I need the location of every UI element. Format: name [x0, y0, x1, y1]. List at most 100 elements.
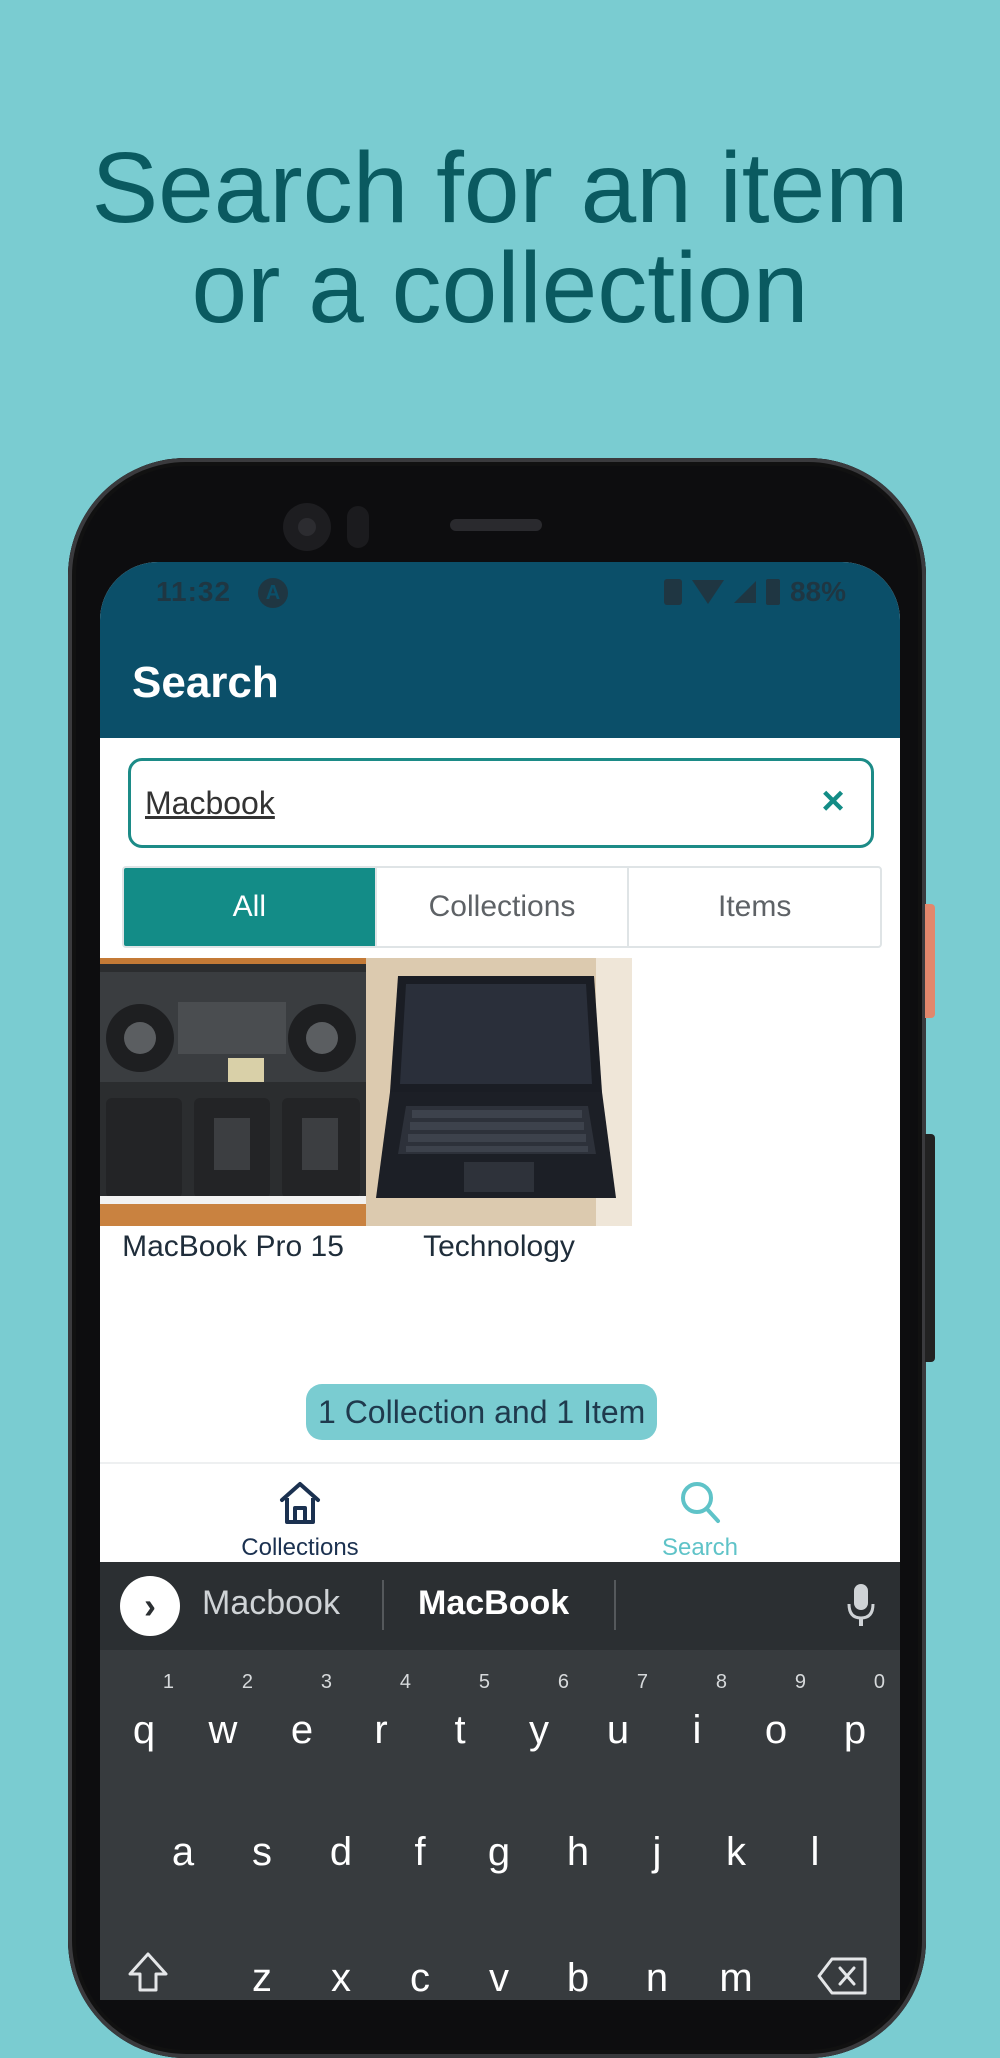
search-input[interactable]: Macbook × — [128, 758, 874, 848]
key-p[interactable]: p0 — [817, 1672, 893, 1780]
soft-keyboard: › Macbook MacBook q1 w2 e3 r4 t5 y6 u7 i… — [100, 1562, 900, 2000]
search-icon — [681, 1482, 720, 1523]
status-time: 11:32 — [156, 576, 232, 607]
key-w[interactable]: w2 — [185, 1672, 261, 1780]
key-w-number: 2 — [241, 1671, 253, 1693]
headline-line-2: or a collection — [191, 232, 809, 344]
battery-icon — [765, 579, 780, 605]
key-o-label: o — [764, 1708, 788, 1752]
shift-key[interactable] — [110, 1928, 186, 2000]
power-button — [925, 904, 935, 1018]
key-t-label: t — [454, 1708, 466, 1752]
status-icons: 88% — [663, 576, 846, 608]
suggestion-bar: › Macbook MacBook — [100, 1562, 900, 1650]
tab-items[interactable]: Items — [629, 868, 880, 946]
key-r-number: 4 — [399, 1671, 411, 1693]
key-m[interactable]: m — [698, 1928, 774, 2000]
key-o[interactable]: o9 — [738, 1672, 814, 1780]
key-e-label: e — [290, 1708, 314, 1752]
key-y-label: y — [529, 1708, 549, 1752]
key-w-label: w — [208, 1708, 238, 1752]
tab-collections[interactable]: Collections — [377, 868, 630, 946]
suggestion-2[interactable]: MacBook — [418, 1584, 569, 1623]
key-c[interactable]: c — [382, 1928, 458, 2000]
key-e-number: 3 — [320, 1671, 332, 1693]
nav-search-label: Search — [661, 1534, 739, 1561]
app-notification-icon: A — [258, 578, 288, 608]
result-card-label: MacBook Pro 15 — [122, 1230, 344, 1263]
macbook-internals-image[interactable] — [100, 958, 366, 1226]
suggestion-divider — [382, 1580, 384, 1630]
promo-headline: Search for an item or a collection — [0, 138, 1000, 338]
tab-all[interactable]: All — [124, 868, 377, 946]
key-a[interactable]: a — [145, 1802, 221, 1902]
nav-collections-label: Collections — [241, 1534, 359, 1561]
key-y[interactable]: y6 — [501, 1672, 577, 1780]
key-r[interactable]: r4 — [343, 1672, 419, 1780]
home-icon — [280, 1482, 320, 1524]
keyboard-row-3: z x c v b n m — [100, 1928, 900, 2000]
key-u-number: 7 — [636, 1671, 648, 1693]
key-t-number: 5 — [478, 1671, 490, 1693]
battery-percent: 88% — [789, 576, 846, 607]
filter-tabs: All Collections Items — [122, 866, 882, 948]
key-g[interactable]: g — [461, 1802, 537, 1902]
key-x[interactable]: x — [303, 1928, 379, 2000]
key-e[interactable]: e3 — [264, 1672, 340, 1780]
key-j[interactable]: j — [619, 1802, 695, 1902]
expand-suggestions-button[interactable]: › — [120, 1576, 180, 1636]
keyboard-row-2: a s d f g h j k l — [100, 1802, 900, 1922]
key-i[interactable]: i8 — [659, 1672, 735, 1780]
status-bar: 11:32 A 88% — [100, 562, 900, 618]
front-camera — [283, 503, 331, 551]
key-h[interactable]: h — [540, 1802, 616, 1902]
key-i-number: 8 — [715, 1671, 727, 1693]
key-t[interactable]: t5 — [422, 1672, 498, 1780]
nav-collections[interactable]: Collections — [100, 1464, 500, 1564]
volume-button — [925, 1134, 935, 1362]
cell-signal-icon — [733, 581, 756, 603]
key-f[interactable]: f — [382, 1802, 458, 1902]
suggestion-divider — [614, 1580, 616, 1630]
key-q[interactable]: q1 — [106, 1672, 182, 1780]
key-i-label: i — [692, 1708, 702, 1752]
keyboard-row-1: q1 w2 e3 r4 t5 y6 u7 i8 o9 p0 — [100, 1672, 900, 1800]
shift-icon — [128, 1952, 168, 1992]
bottom-navigation: Collections Search — [100, 1462, 900, 1564]
earpiece-speaker — [450, 519, 542, 531]
backspace-key[interactable] — [804, 1928, 880, 2000]
vibrate-icon — [663, 579, 682, 605]
key-b[interactable]: b — [540, 1928, 616, 2000]
results-summary: 1 Collection and 1 Item — [306, 1384, 658, 1440]
laptop-image[interactable] — [366, 958, 632, 1226]
key-o-number: 9 — [794, 1671, 806, 1693]
microphone-icon[interactable] — [846, 1582, 876, 1630]
search-input-value[interactable]: Macbook — [145, 785, 275, 822]
key-d[interactable]: d — [303, 1802, 379, 1902]
nav-search[interactable]: Search — [500, 1464, 900, 1564]
key-y-number: 6 — [557, 1671, 569, 1693]
key-s[interactable]: s — [224, 1802, 300, 1902]
key-u-label: u — [606, 1708, 630, 1752]
key-l[interactable]: l — [777, 1802, 853, 1902]
page-title: Search — [132, 658, 279, 707]
result-card-macbook[interactable]: MacBook Pro 15 — [100, 958, 366, 1263]
result-card-label: Technology — [423, 1230, 575, 1263]
suggestion-1[interactable]: Macbook — [202, 1584, 340, 1623]
key-q-label: q — [132, 1708, 156, 1752]
key-p-number: 0 — [873, 1671, 885, 1693]
key-q-number: 1 — [162, 1671, 174, 1693]
clear-icon[interactable]: × — [813, 777, 853, 825]
key-k[interactable]: k — [698, 1802, 774, 1902]
wifi-icon — [691, 580, 724, 604]
key-v[interactable]: v — [461, 1928, 537, 2000]
key-n[interactable]: n — [619, 1928, 695, 2000]
key-u[interactable]: u7 — [580, 1672, 656, 1780]
key-r-label: r — [374, 1708, 388, 1752]
backspace-icon — [817, 1957, 867, 1995]
proximity-sensor — [347, 506, 369, 548]
key-z[interactable]: z — [224, 1928, 300, 2000]
result-card-technology[interactable]: Technology — [366, 958, 632, 1263]
key-p-label: p — [843, 1708, 867, 1752]
phone-screen: 11:32 A 88% Search Macbook × All Collect… — [100, 562, 900, 2000]
